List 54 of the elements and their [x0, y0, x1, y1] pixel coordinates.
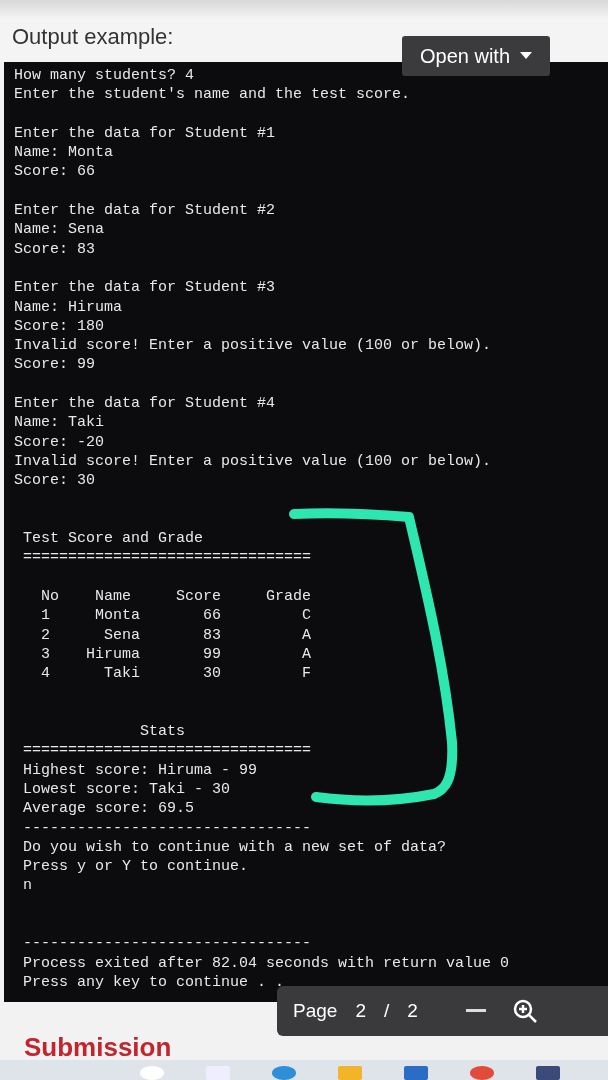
console-line: ================================ — [22, 741, 313, 761]
console-line: Enter the data for Student #1 — [14, 123, 277, 144]
console-line: Press any key to continue . . — [22, 972, 286, 993]
page-label: Page — [293, 1000, 338, 1022]
app-icon[interactable] — [140, 1066, 164, 1080]
console-line: ================================ — [22, 548, 313, 568]
console-line: 3 Hiruma 99 A — [40, 644, 313, 665]
page-number: 2 — [355, 1000, 366, 1022]
console-line: Enter the data for Student #3 — [14, 278, 277, 298]
page-total: 2 — [407, 1000, 418, 1022]
console-line: n — [22, 876, 33, 896]
console-line: Invalid score! Enter a positive value (100 or below). — [14, 336, 493, 356]
console-line: 4 Taki 30 F — [40, 664, 313, 684]
console-line: Name: Sena — [14, 220, 105, 240]
console-line: Enter the data for Student #2 — [14, 201, 277, 221]
console-line: Lowest score: Taki - 30 — [22, 780, 232, 800]
console-line: 2 Sena 83 A — [40, 625, 313, 645]
open-with-button[interactable]: Open with — [402, 36, 550, 76]
page-separator: / — [383, 1000, 390, 1022]
section-heading: Output example: — [12, 24, 174, 50]
console-line: -------------------------------- — [22, 818, 313, 838]
console-line: Enter the data for Student #4 — [14, 394, 277, 414]
console-line: 1 Monta 66 C — [40, 606, 313, 626]
app-icon[interactable] — [470, 1066, 494, 1080]
console-line: Stats — [139, 722, 187, 742]
console-line: Test Score and Grade — [22, 529, 205, 549]
console-line: Average score: 69.5 — [22, 799, 196, 819]
console-line: Name: Taki — [14, 413, 105, 433]
section-heading: Submission — [23, 1034, 173, 1060]
console-line: How many students? 4 — [14, 66, 196, 86]
app-icon[interactable] — [272, 1066, 296, 1080]
console-line: Name: Hiruma — [14, 297, 124, 317]
console-line: Enter the student's name and the test score. — [14, 85, 412, 105]
app-icon[interactable] — [536, 1066, 560, 1080]
console-line: Score: 99 — [14, 355, 96, 375]
zoom-out-button[interactable] — [465, 1009, 486, 1013]
console-line: Highest score: Hiruma - 99 — [22, 760, 259, 780]
console-line: Press y or Y to continue. — [22, 857, 250, 877]
app-icon[interactable] — [404, 1066, 428, 1080]
console-line: Do you wish to continue with a new set of data? — [22, 837, 448, 858]
console-line: Score: 30 — [14, 471, 96, 491]
caret-icon — [520, 52, 533, 60]
console-line: Score: 83 — [14, 239, 96, 259]
console-line: No Name Score Grade — [40, 587, 313, 607]
console-line: Score: 180 — [14, 316, 105, 337]
console-line: Score: 66 — [14, 162, 96, 182]
console-line: -------------------------------- — [22, 934, 313, 954]
console-line: Name: Monta — [14, 143, 115, 163]
zoom-in-icon — [511, 998, 538, 1024]
console-line: Process exited after 82.04 seconds with return value 0 — [22, 953, 511, 973]
console-line: Score: -20 — [14, 432, 105, 452]
zoom-in-button[interactable] — [511, 998, 538, 1024]
console-line: Invalid score! Enter a positive value (100 or below). — [14, 451, 493, 472]
minus-icon — [465, 1009, 486, 1013]
